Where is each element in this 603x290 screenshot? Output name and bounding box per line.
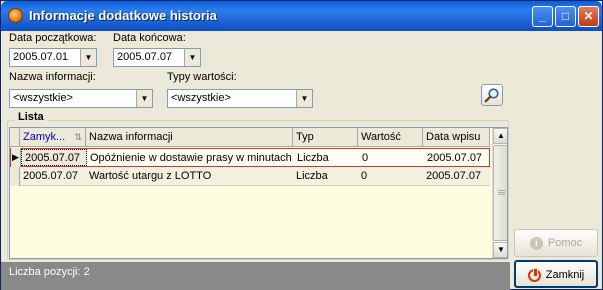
close-button[interactable]: Zamknij <box>514 260 598 288</box>
chevron-down-icon[interactable]: ▼ <box>184 49 200 66</box>
history-table[interactable]: Zamyk... ⇅ Nazwa informacji Typ Wartość … <box>9 127 508 259</box>
info-icon: i <box>529 236 543 250</box>
help-button[interactable]: i Pomoc <box>514 229 598 257</box>
info-name-value: <wszystkie> <box>13 92 73 104</box>
magnifier-icon <box>484 88 499 103</box>
table-row[interactable]: 2005.07.07 Wartość utargu z LOTTO Liczba… <box>10 167 490 186</box>
dialog-window: Informacje dodatkowe historia _ □ ✕ Data… <box>0 0 603 290</box>
date-from-value: 2005.07.01 <box>13 51 69 63</box>
close-window-button[interactable]: ✕ <box>578 6 599 27</box>
value-types-value: <wszystkie> <box>171 92 231 104</box>
table-header: Zamyk... ⇅ Nazwa informacji Typ Wartość … <box>10 128 490 147</box>
cell-data-wpisu[interactable]: 2005.07.07 <box>423 167 490 186</box>
date-to-label: Data końcowa: <box>113 32 186 44</box>
cell-nazwa[interactable]: Opóźnienie w dostawie prasy w minutach <box>87 149 294 168</box>
row-indicator <box>10 167 20 186</box>
value-types-label: Typy wartości: <box>167 71 237 83</box>
chevron-down-icon[interactable]: ▼ <box>136 90 152 107</box>
title-bar[interactable]: Informacje dodatkowe historia _ □ ✕ <box>1 1 602 31</box>
chevron-down-icon[interactable]: ▼ <box>296 90 312 107</box>
date-from-picker[interactable]: 2005.07.01 ▼ <box>9 48 97 67</box>
scroll-up-icon[interactable]: ▲ <box>493 128 507 144</box>
info-name-label: Nazwa informacji: <box>9 71 96 83</box>
date-from-label: Data początkowa: <box>9 32 97 44</box>
column-header-wartosc[interactable]: Wartość <box>358 128 423 147</box>
cell-zamyk[interactable]: 2005.07.07 <box>20 167 86 186</box>
info-name-select[interactable]: <wszystkie> ▼ <box>9 89 153 108</box>
cell-typ[interactable]: Liczba <box>293 167 358 186</box>
date-to-picker[interactable]: 2005.07.07 ▼ <box>113 48 201 67</box>
maximize-button[interactable]: □ <box>555 6 576 27</box>
item-count-text: Liczba pozycji: 2 <box>9 266 90 278</box>
cell-zamyk[interactable]: 2005.07.07 <box>21 149 87 166</box>
scroll-thumb[interactable] <box>493 145 507 241</box>
column-header-typ[interactable]: Typ <box>293 128 358 147</box>
sort-icon: ⇅ <box>74 132 82 142</box>
chevron-down-icon[interactable]: ▼ <box>80 49 96 66</box>
list-group-title: Lista <box>15 111 47 123</box>
cell-data-wpisu[interactable]: 2005.07.07 <box>424 149 491 168</box>
table-row[interactable]: ▶ 2005.07.07 Opóźnienie w dostawie prasy… <box>10 148 490 167</box>
window-title: Informacje dodatkowe historia <box>29 8 217 23</box>
column-header-nazwa[interactable]: Nazwa informacji <box>86 128 293 147</box>
cell-typ[interactable]: Liczba <box>294 149 359 168</box>
search-button[interactable] <box>481 84 503 106</box>
vertical-scrollbar[interactable]: ▲ ▼ <box>492 128 507 258</box>
row-pointer-icon: ▶ <box>11 148 21 167</box>
scroll-down-icon[interactable]: ▼ <box>493 242 507 258</box>
minimize-button[interactable]: _ <box>532 6 553 27</box>
date-to-value: 2005.07.07 <box>117 51 173 63</box>
cell-wartosc[interactable]: 0 <box>359 149 424 168</box>
cell-nazwa[interactable]: Wartość utargu z LOTTO <box>86 167 293 186</box>
value-types-select[interactable]: <wszystkie> ▼ <box>167 89 313 108</box>
cell-wartosc[interactable]: 0 <box>358 167 423 186</box>
app-orange-icon <box>8 8 23 23</box>
power-icon <box>527 267 541 282</box>
header-indicator <box>10 128 20 147</box>
column-header-data-wpisu[interactable]: Data wpisu <box>423 128 490 147</box>
status-bar: Liczba pozycji: 2 <box>1 262 510 290</box>
column-header-zamyk[interactable]: Zamyk... ⇅ <box>20 128 86 147</box>
